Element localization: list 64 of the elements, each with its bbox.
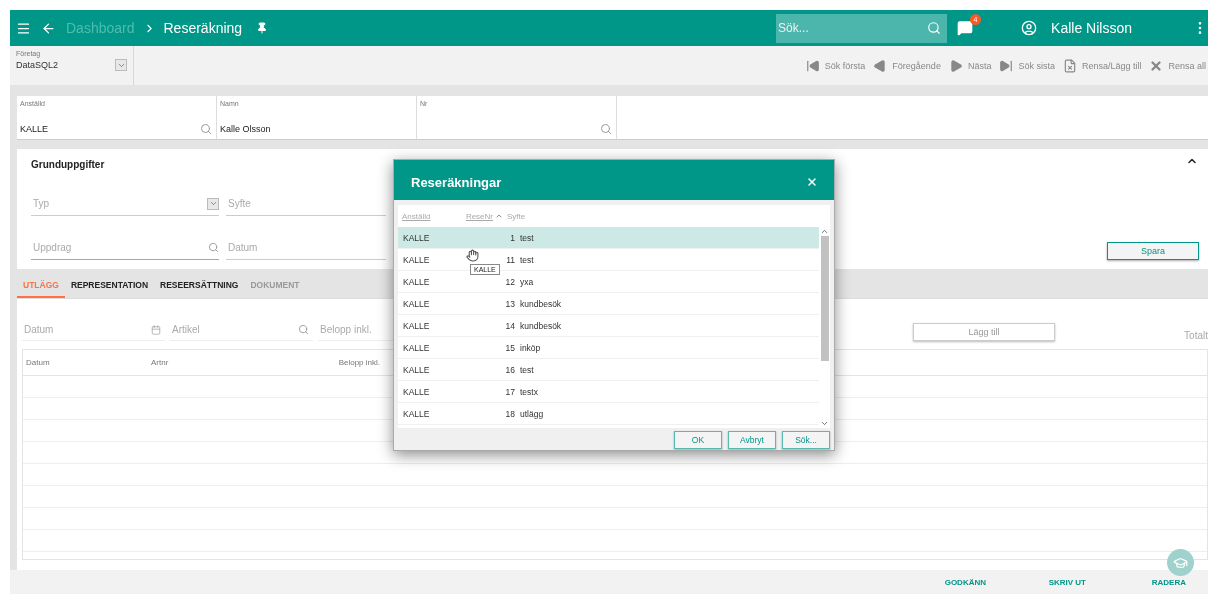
menu-icon[interactable]: [16, 20, 31, 36]
search-icon[interactable]: [208, 242, 219, 253]
column-header: Datum: [25, 358, 51, 367]
form-field[interactable]: Datum: [226, 236, 386, 260]
column-header[interactable]: Anställd: [398, 211, 458, 221]
toolbar-button[interactable]: Sök sista: [999, 58, 1055, 73]
field-value: KALLE: [20, 124, 49, 134]
search-icon[interactable]: [200, 123, 212, 135]
toolbar-button[interactable]: Sök första: [805, 58, 866, 73]
footer-button[interactable]: GODKÄNN: [926, 577, 986, 587]
form-field[interactable]: Uppdrag: [31, 236, 219, 260]
column-header: Artnr: [150, 358, 170, 367]
tab[interactable]: RESEERSÄTTNING: [154, 280, 245, 298]
column-header: Belopp inkl.: [337, 358, 380, 367]
search-field[interactable]: Sök...: [776, 13, 948, 43]
form-field[interactable]: Datum: [22, 319, 165, 341]
user-avatar-icon[interactable]: [1021, 20, 1038, 36]
scroll-up-icon[interactable]: [820, 227, 829, 236]
form-field[interactable]: Syfte: [226, 192, 386, 216]
field-value: Kalle Olsson: [220, 124, 271, 134]
form-field[interactable]: Typ: [31, 192, 219, 216]
total-label: Totalt: [1184, 330, 1208, 341]
company-select[interactable]: DataSQL2: [16, 60, 59, 70]
dialog-button[interactable]: OK: [674, 431, 722, 449]
previous-icon: [873, 58, 888, 73]
page-title: Reseräkning: [163, 20, 243, 36]
close-button[interactable]: [806, 176, 818, 188]
next-icon: [948, 58, 963, 73]
chat-icon[interactable]: [957, 20, 974, 36]
close-icon: [1149, 58, 1164, 73]
list-row[interactable]: KALLE 1 test: [398, 227, 819, 249]
column-header[interactable]: ReseNr: [458, 211, 503, 221]
add-button[interactable]: Lägg till: [913, 323, 1055, 341]
toolbar-button[interactable]: Nästa: [948, 58, 992, 73]
dialog-button[interactable]: Avbryt: [728, 431, 776, 449]
dropdown-toggle[interactable]: [207, 197, 219, 210]
search-icon[interactable]: [298, 324, 309, 335]
dialog-title: Reseräkningar: [411, 174, 502, 190]
search-icon[interactable]: [927, 21, 942, 35]
dropdown-toggle[interactable]: [115, 59, 127, 71]
skip-last-icon: [999, 58, 1014, 73]
close-icon: [806, 176, 818, 188]
toolbar-button[interactable]: Rensa/Lägg till: [1062, 58, 1142, 73]
footer-button[interactable]: RADERA: [1086, 577, 1186, 587]
scrollbar[interactable]: [819, 227, 830, 428]
dialog-button[interactable]: Sök...: [782, 431, 830, 449]
tab[interactable]: REPRESENTATION: [64, 280, 155, 298]
toolbar-button[interactable]: Föregående: [873, 58, 941, 73]
section-title: Grunduppgifter: [31, 159, 106, 170]
document-clear-icon: [1062, 58, 1077, 73]
calendar-icon[interactable]: [151, 324, 161, 335]
column-header: Syfte: [506, 211, 526, 221]
search-icon[interactable]: [600, 123, 612, 135]
user-name[interactable]: Kalle Nilsson: [1051, 20, 1132, 36]
scroll-down-icon[interactable]: [820, 419, 829, 428]
footer-button[interactable]: SKRIV UT: [986, 577, 1086, 587]
toolbar-button[interactable]: Rensa all: [1149, 58, 1206, 73]
chevron-down-icon: [208, 199, 218, 208]
pin-icon[interactable]: [256, 22, 269, 34]
hand-cursor-icon: [466, 249, 479, 262]
save-button[interactable]: Spara: [1107, 242, 1199, 260]
skip-first-icon: [805, 58, 820, 73]
form-field[interactable]: Artikel: [170, 319, 313, 341]
sort-icon: [495, 212, 503, 220]
